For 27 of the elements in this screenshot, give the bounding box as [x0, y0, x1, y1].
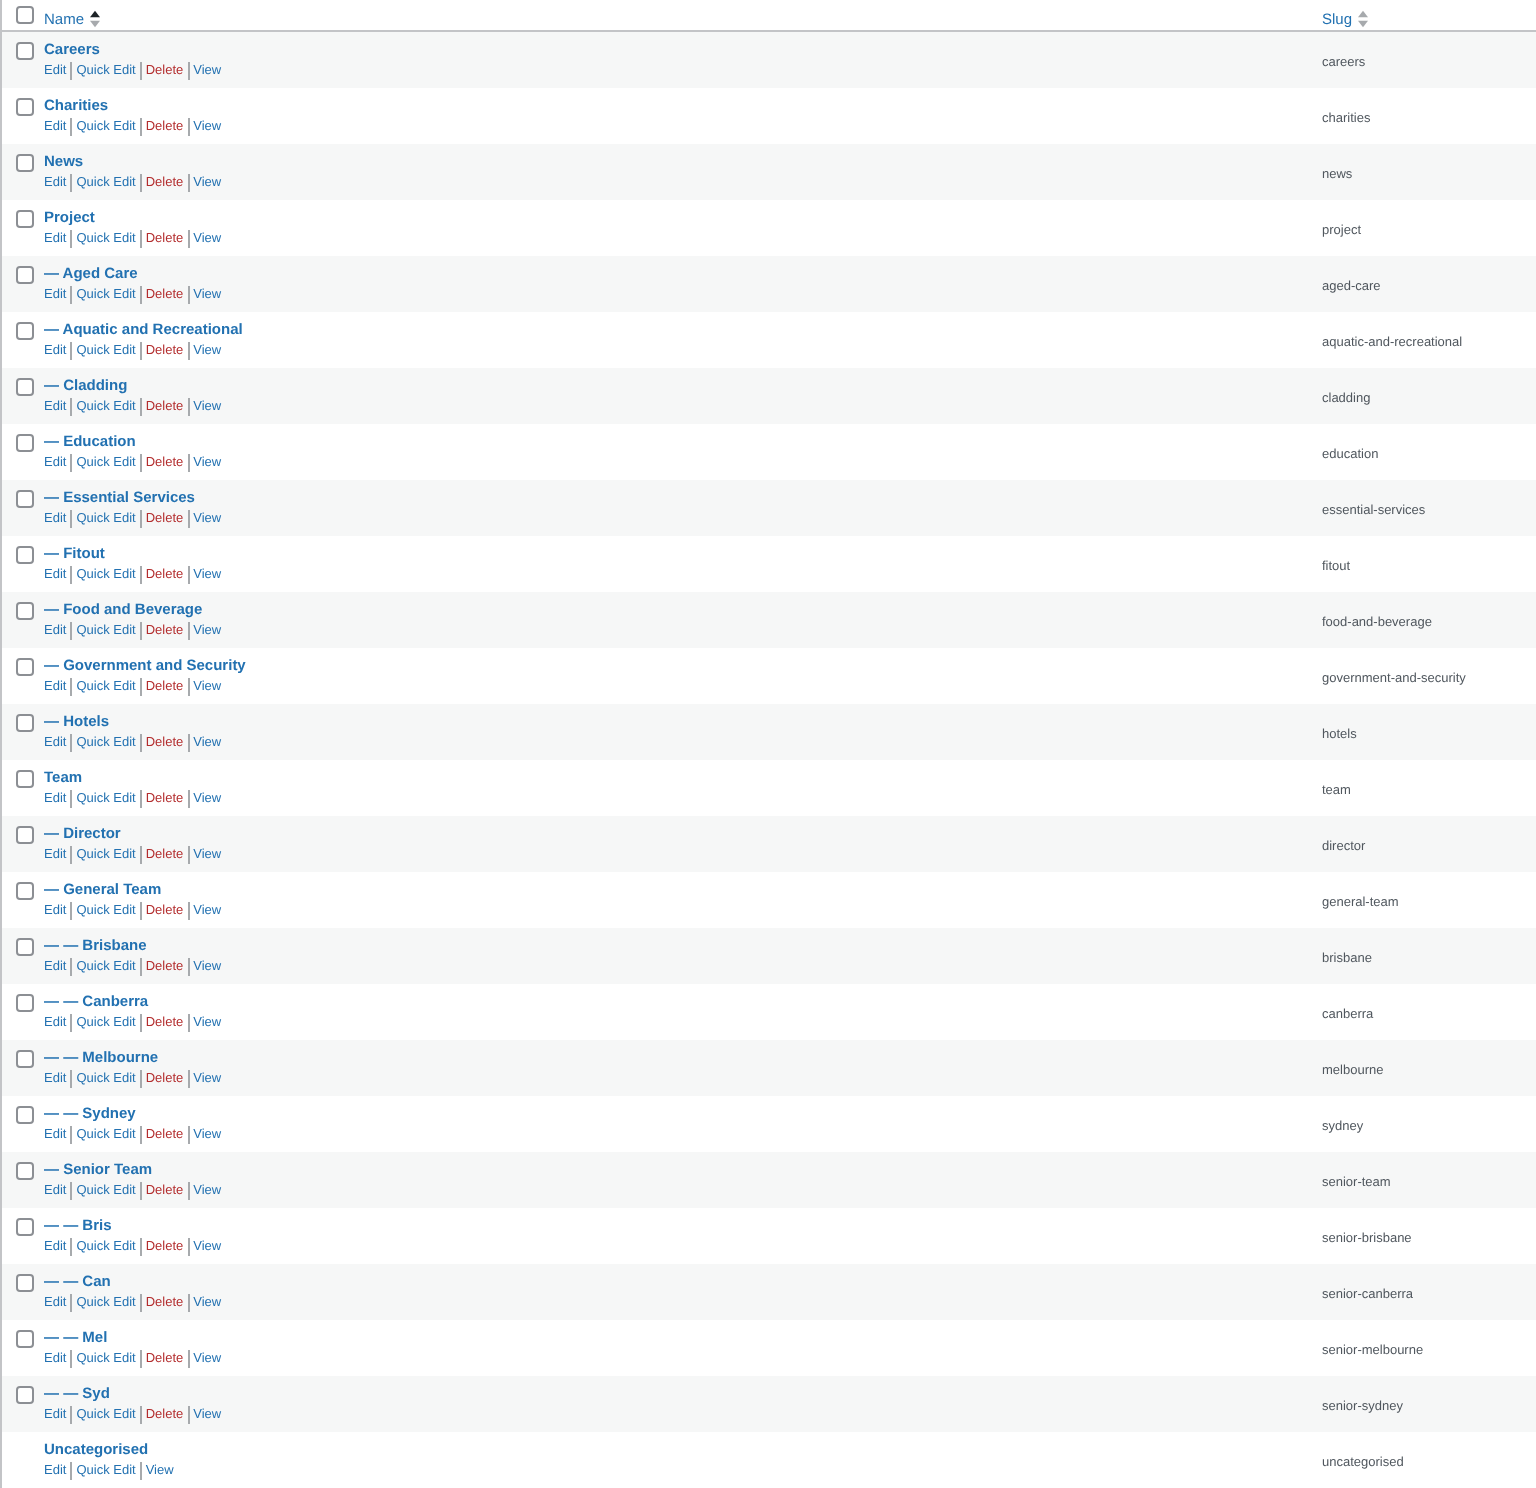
row-checkbox[interactable]	[15, 1106, 33, 1124]
row-checkbox[interactable]	[15, 210, 33, 228]
row-checkbox[interactable]	[15, 826, 33, 844]
row-checkbox[interactable]	[15, 714, 33, 732]
row-checkbox[interactable]	[15, 322, 33, 340]
row-checkbox[interactable]	[15, 378, 33, 396]
row-checkbox[interactable]	[15, 154, 33, 172]
row-checkbox[interactable]	[15, 1050, 33, 1068]
row-checkbox[interactable]	[15, 602, 33, 620]
row-checkbox[interactable]	[15, 1218, 33, 1236]
row-checkbox[interactable]	[15, 266, 33, 284]
select-all-checkbox[interactable]	[15, 6, 33, 24]
row-checkbox[interactable]	[15, 994, 33, 1012]
row-checkbox[interactable]	[15, 882, 33, 900]
row-checkbox[interactable]	[15, 1330, 33, 1348]
row-checkbox[interactable]	[15, 546, 33, 564]
row-checkbox[interactable]	[15, 1386, 33, 1404]
row-checkbox[interactable]	[15, 658, 33, 676]
row-checkbox[interactable]	[15, 98, 33, 116]
row-checkbox[interactable]	[15, 1274, 33, 1292]
sort-icon[interactable]	[90, 9, 101, 27]
row-checkbox[interactable]	[15, 938, 33, 956]
row-checkbox[interactable]	[15, 434, 33, 452]
row-checkbox[interactable]	[15, 1162, 33, 1180]
row-checkbox[interactable]	[15, 42, 33, 60]
row-checkbox[interactable]	[15, 770, 33, 788]
row-checkbox[interactable]	[15, 490, 33, 508]
